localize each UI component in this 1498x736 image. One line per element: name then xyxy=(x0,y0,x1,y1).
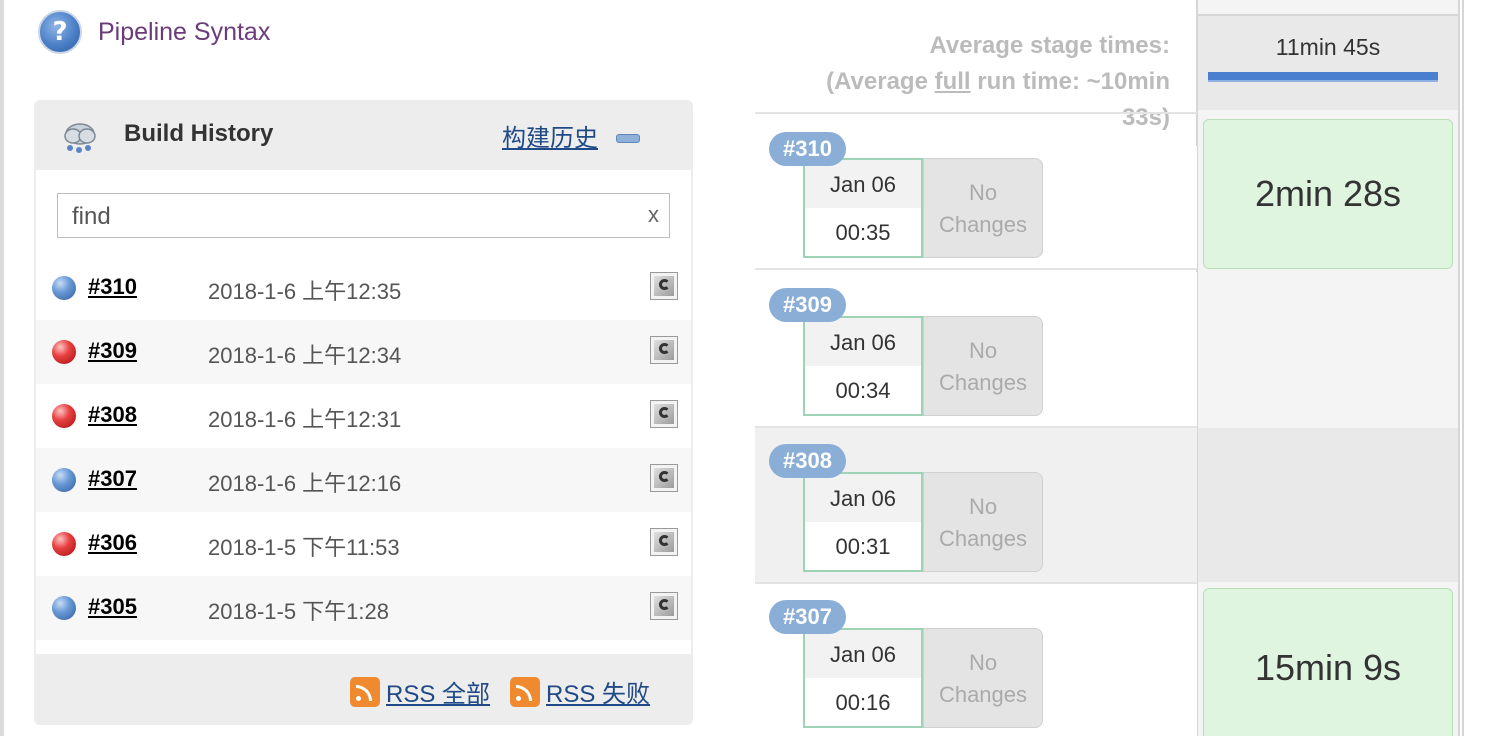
left-border xyxy=(0,0,4,736)
pipeline-syntax-link[interactable]: ? Pipeline Syntax xyxy=(38,8,270,56)
build-search-box: x xyxy=(57,193,670,239)
build-row: #310 2018-1-6 上午12:35 xyxy=(36,256,691,320)
build-history-footer: RSS 全部 RSS 失败 xyxy=(34,654,693,725)
rss-icon xyxy=(350,676,380,707)
build-history-title: Build History xyxy=(124,120,274,147)
pipeline-syntax-label[interactable]: Pipeline Syntax xyxy=(98,18,270,47)
build-time: 2018-1-6 上午12:34 xyxy=(208,343,402,368)
build-time: 2018-1-5 下午11:53 xyxy=(208,535,400,560)
changes-label: No xyxy=(968,494,998,519)
changes-label: No xyxy=(968,338,998,363)
run-date: Jan 06 xyxy=(805,160,921,208)
page: ? Pipeline Syntax Build History 构建历史 x xyxy=(0,0,1498,736)
rss-icon xyxy=(510,676,540,707)
failed-status-icon xyxy=(52,340,76,364)
build-history-panel: Build History 构建历史 x #310 2018-1-6 上午12:… xyxy=(34,100,693,725)
row-divider xyxy=(755,112,1197,114)
console-output-icon[interactable] xyxy=(650,528,678,556)
build-time: 2018-1-5 下午1:28 xyxy=(208,599,389,624)
build-row: #309 2018-1-6 上午12:34 xyxy=(36,320,691,384)
failed-status-icon xyxy=(52,532,76,556)
build-number-link[interactable]: #305 xyxy=(88,594,137,620)
changes-label: Changes xyxy=(938,212,1028,237)
changes-label: No xyxy=(968,180,998,205)
average-full-run-time: (Average full run time: ~10min xyxy=(826,68,1170,95)
build-history-header: Build History 构建历史 xyxy=(34,100,693,170)
run-row: #308 Jan 06 00:31 No Changes xyxy=(755,428,1197,582)
build-number-link[interactable]: #309 xyxy=(88,338,137,364)
success-status-icon xyxy=(52,468,76,492)
run-time: 00:16 xyxy=(835,690,891,715)
stage-cell-empty xyxy=(1198,428,1458,582)
build-time: 2018-1-6 上午12:16 xyxy=(208,471,402,496)
changes-box[interactable]: No Changes xyxy=(923,316,1043,416)
run-time: 00:35 xyxy=(835,220,891,245)
run-date-box[interactable]: Jan 06 00:16 xyxy=(803,628,923,728)
build-number-link[interactable]: #306 xyxy=(88,530,137,556)
stage-duration-cell[interactable]: 15min 9s xyxy=(1203,588,1453,736)
rss-failed-link[interactable]: RSS 失败 xyxy=(510,674,650,709)
rss-all-label[interactable]: RSS 全部 xyxy=(386,674,490,709)
build-search-input[interactable] xyxy=(70,194,634,239)
run-row: #307 Jan 06 00:16 No Changes xyxy=(755,584,1197,736)
console-output-icon[interactable] xyxy=(650,592,678,620)
run-date-box[interactable]: Jan 06 00:34 xyxy=(803,316,923,416)
console-output-icon[interactable] xyxy=(650,464,678,492)
changes-box[interactable]: No Changes xyxy=(923,472,1043,572)
run-badge[interactable]: #310 xyxy=(769,132,846,166)
changes-label: Changes xyxy=(938,370,1028,395)
run-date: Jan 06 xyxy=(805,630,921,678)
run-row: #309 Jan 06 00:34 No Changes xyxy=(755,272,1197,426)
console-output-icon[interactable] xyxy=(650,400,678,428)
rss-failed-label[interactable]: RSS 失败 xyxy=(546,674,650,709)
build-number-link[interactable]: #310 xyxy=(88,274,137,300)
right-margin xyxy=(1460,0,1498,736)
run-date-box[interactable]: Jan 06 00:35 xyxy=(803,158,923,258)
row-divider xyxy=(755,268,1197,270)
success-status-icon xyxy=(52,596,76,620)
success-status-icon xyxy=(52,276,76,300)
changes-label: Changes xyxy=(938,526,1028,551)
run-row: #310 Jan 06 00:35 No Changes xyxy=(755,132,1197,268)
help-icon: ? xyxy=(38,10,82,54)
run-badge[interactable]: #309 xyxy=(769,288,846,322)
stage-average-time: 11min 45s xyxy=(1275,34,1381,60)
stage-duration-cell[interactable]: 2min 28s xyxy=(1203,119,1453,269)
build-row: #305 2018-1-5 下午1:28 xyxy=(36,576,691,640)
build-history-cloud-icon xyxy=(64,123,96,153)
build-number-link[interactable]: #308 xyxy=(88,402,137,428)
changes-box[interactable]: No Changes xyxy=(923,628,1043,728)
failed-status-icon xyxy=(52,404,76,428)
changes-box[interactable]: No Changes xyxy=(923,158,1043,258)
build-time: 2018-1-6 上午12:35 xyxy=(208,279,402,304)
run-date-box[interactable]: Jan 06 00:31 xyxy=(803,472,923,572)
build-trend-link[interactable]: 构建历史 xyxy=(502,118,598,153)
run-time: 00:31 xyxy=(835,534,891,559)
run-badge[interactable]: #308 xyxy=(769,444,846,478)
stage-header: 11min 45s xyxy=(1198,14,1458,110)
right-border xyxy=(1462,0,1464,736)
build-number-link[interactable]: #307 xyxy=(88,466,137,492)
rss-all-link[interactable]: RSS 全部 xyxy=(350,674,490,709)
collapse-icon[interactable] xyxy=(616,134,640,143)
run-badge[interactable]: #307 xyxy=(769,600,846,634)
changes-label: No xyxy=(968,650,998,675)
search-clear-icon[interactable]: x xyxy=(648,202,659,228)
changes-label: Changes xyxy=(938,682,1028,707)
build-row: #307 2018-1-6 上午12:16 xyxy=(36,448,691,512)
build-row: #308 2018-1-6 上午12:31 xyxy=(36,384,691,448)
run-date: Jan 06 xyxy=(805,474,921,522)
build-history-body: x #310 2018-1-6 上午12:35 #309 2018-1-6 上午… xyxy=(36,170,691,654)
console-output-icon[interactable] xyxy=(650,336,678,364)
average-full-run-time-line2: 33s) xyxy=(1121,104,1170,131)
average-times-label: Average stage times: (Average full run t… xyxy=(760,28,1170,136)
console-output-icon[interactable] xyxy=(650,272,678,300)
build-time: 2018-1-6 上午12:31 xyxy=(208,407,402,432)
average-stage-times-label: Average stage times: xyxy=(929,32,1170,59)
stage-average-bar xyxy=(1208,72,1438,82)
build-row: #306 2018-1-5 下午11:53 xyxy=(36,512,691,576)
run-date: Jan 06 xyxy=(805,318,921,366)
run-time: 00:34 xyxy=(835,378,891,403)
